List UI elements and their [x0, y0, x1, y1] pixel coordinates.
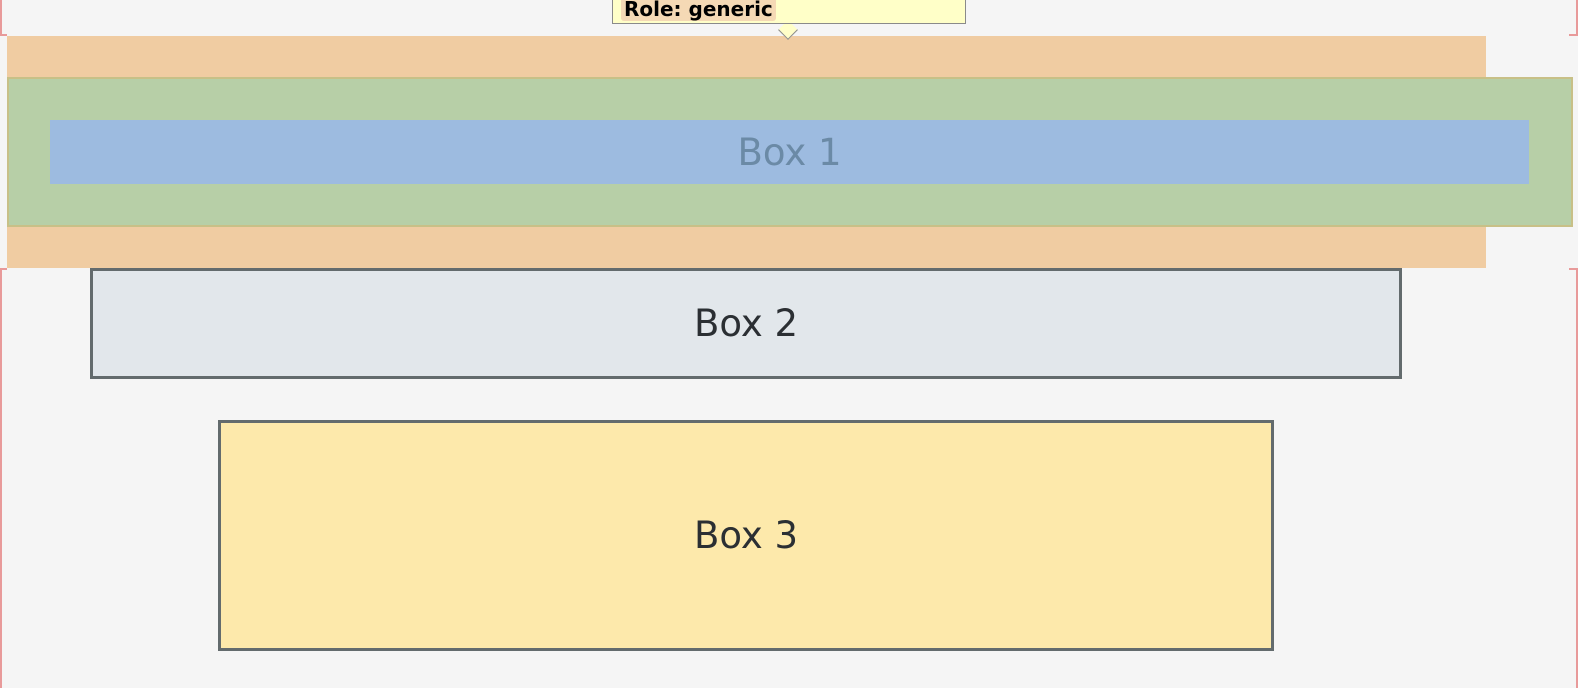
right-guide-tick-top — [1569, 34, 1576, 36]
box2-label: Box 2 — [693, 302, 799, 345]
box3-label: Box 3 — [693, 514, 799, 557]
inspector-tooltip: Role: generic — [612, 0, 966, 24]
right-guide-tick-bottom — [1569, 268, 1576, 270]
role-badge: Role: generic — [621, 0, 776, 21]
left-guide-tick-bottom — [0, 268, 7, 270]
left-guide-line-bottom — [0, 268, 2, 688]
box1[interactable]: Box 1 — [50, 120, 1529, 184]
box2[interactable]: Box 2 — [90, 268, 1402, 379]
left-guide-tick-top — [0, 34, 7, 36]
box3[interactable]: Box 3 — [218, 420, 1274, 651]
box1-label: Box 1 — [737, 130, 842, 174]
left-guide-line-top — [0, 0, 2, 36]
